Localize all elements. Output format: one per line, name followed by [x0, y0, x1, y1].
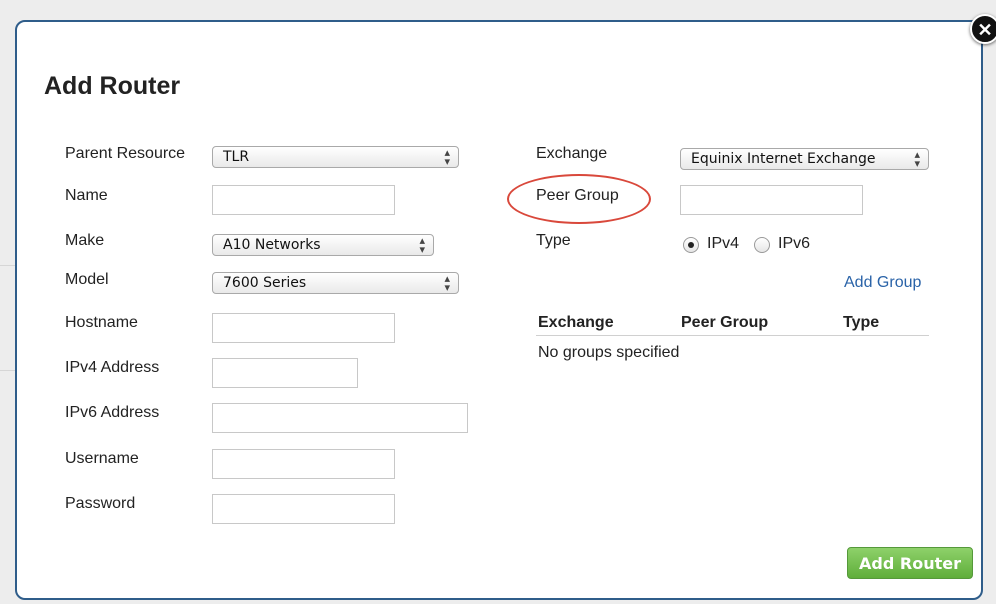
peer-group-field[interactable] — [680, 185, 863, 215]
username-label: Username — [65, 450, 139, 467]
ipv4-address-field[interactable] — [212, 358, 358, 388]
name-field[interactable] — [212, 185, 395, 215]
table-empty-message: No groups specified — [538, 344, 680, 361]
ipv4-address-label: IPv4 Address — [65, 359, 160, 376]
ipv6-address-label: IPv6 Address — [65, 404, 160, 421]
ipv6-radio-label[interactable]: IPv6 — [778, 235, 810, 253]
ipv4-radio[interactable] — [683, 237, 699, 253]
password-field[interactable] — [212, 494, 395, 524]
type-label: Type — [536, 232, 571, 249]
add-router-dialog: Add Router Parent Resource TLR ▴ ▾ Name M… — [15, 20, 983, 600]
model-value: 7600 Series — [223, 275, 307, 291]
peer-group-highlight-ring — [507, 174, 651, 224]
close-icon[interactable]: ✕ — [970, 14, 996, 44]
make-label: Make — [65, 232, 105, 249]
ipv6-radio[interactable] — [754, 237, 770, 253]
parent-resource-label: Parent Resource — [65, 145, 186, 162]
username-field[interactable] — [212, 449, 395, 479]
make-select[interactable]: A10 Networks ▴ ▾ — [212, 234, 434, 256]
hostname-label: Hostname — [65, 314, 138, 331]
parent-resource-select[interactable]: TLR ▴ ▾ — [212, 146, 459, 168]
select-arrows-icon: ▴ ▾ — [419, 234, 425, 256]
ipv6-address-field[interactable] — [212, 403, 468, 433]
select-arrows-icon: ▴ ▾ — [444, 146, 450, 168]
table-header-peer-group: Peer Group — [681, 314, 769, 331]
add-group-link[interactable]: Add Group — [844, 274, 921, 292]
exchange-select[interactable]: Equinix Internet Exchange ▴ ▾ — [680, 148, 929, 170]
table-header-divider — [536, 335, 929, 336]
add-router-button[interactable]: Add Router — [847, 547, 973, 579]
ipv4-radio-label[interactable]: IPv4 — [707, 235, 739, 253]
table-header-exchange: Exchange — [538, 314, 614, 331]
make-value: A10 Networks — [223, 237, 321, 253]
select-arrows-icon: ▴ ▾ — [444, 272, 450, 294]
hostname-field[interactable] — [212, 313, 395, 343]
table-header-type: Type — [843, 314, 880, 331]
select-arrows-icon: ▴ ▾ — [914, 148, 920, 170]
exchange-label: Exchange — [536, 145, 608, 162]
parent-resource-value: TLR — [223, 149, 250, 165]
exchange-value: Equinix Internet Exchange — [691, 151, 876, 167]
password-label: Password — [65, 495, 136, 512]
model-select[interactable]: 7600 Series ▴ ▾ — [212, 272, 459, 294]
dialog-title: Add Router — [44, 72, 181, 100]
name-label: Name — [65, 187, 108, 204]
model-label: Model — [65, 271, 109, 288]
